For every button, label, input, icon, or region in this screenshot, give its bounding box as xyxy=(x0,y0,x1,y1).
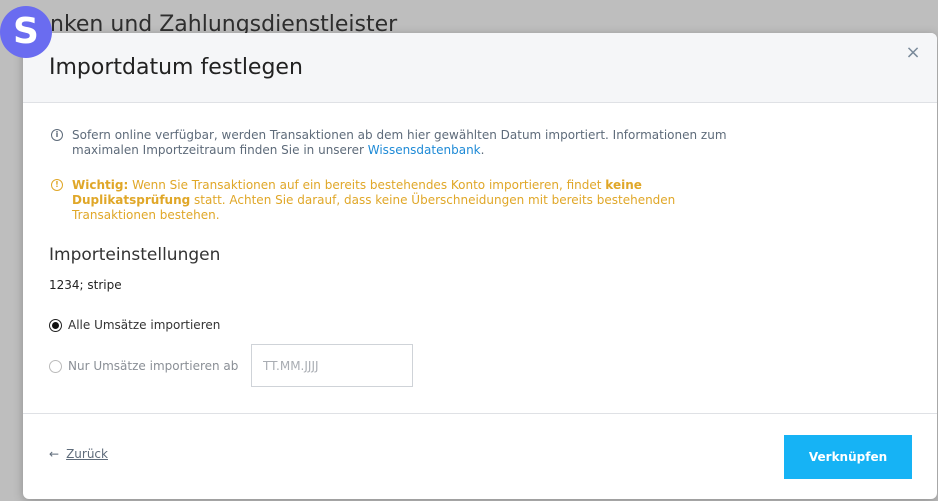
radio-import-all-label: Alle Umsätze importieren xyxy=(68,318,221,332)
info-suffix: . xyxy=(480,143,485,157)
info-icon: i xyxy=(51,129,63,141)
radio-import-all[interactable]: Alle Umsätze importieren xyxy=(49,318,220,332)
info-message: i Sofern online verfügbar, werden Transa… xyxy=(51,128,731,158)
app-logo-letter: S xyxy=(13,11,39,52)
knowledge-base-link[interactable]: Wissensdatenbank xyxy=(368,143,481,157)
back-link[interactable]: ← Zurück xyxy=(49,447,108,461)
modal-title: Importdatum festlegen xyxy=(49,55,303,80)
account-name: 1234; stripe xyxy=(49,278,122,292)
radio-import-from-date[interactable]: Nur Umsätze importieren ab xyxy=(49,359,238,373)
link-button[interactable]: Verknüpfen xyxy=(784,435,912,479)
date-input[interactable] xyxy=(251,344,413,387)
modal-header: Importdatum festlegen × xyxy=(23,33,937,103)
warning-label: Wichtig: xyxy=(72,178,129,192)
import-settings-heading: Importeinstellungen xyxy=(49,245,221,265)
radio-button-unchecked[interactable] xyxy=(49,359,62,373)
radio-import-from-label: Nur Umsätze importieren ab xyxy=(68,359,239,373)
back-label: Zurück xyxy=(66,447,108,461)
warning-message: ! Wichtig: Wenn Sie Transaktionen auf ei… xyxy=(51,178,731,223)
warning-text-1: Wenn Sie Transaktionen auf ein bereits b… xyxy=(128,178,606,192)
arrow-left-icon: ← xyxy=(49,447,60,461)
warning-icon: ! xyxy=(51,179,63,191)
radio-button-checked[interactable] xyxy=(49,318,62,332)
close-icon[interactable]: × xyxy=(903,43,923,63)
footer-divider xyxy=(23,413,937,414)
app-logo: S xyxy=(0,6,52,58)
import-date-modal: Importdatum festlegen × i Sofern online … xyxy=(23,33,937,499)
